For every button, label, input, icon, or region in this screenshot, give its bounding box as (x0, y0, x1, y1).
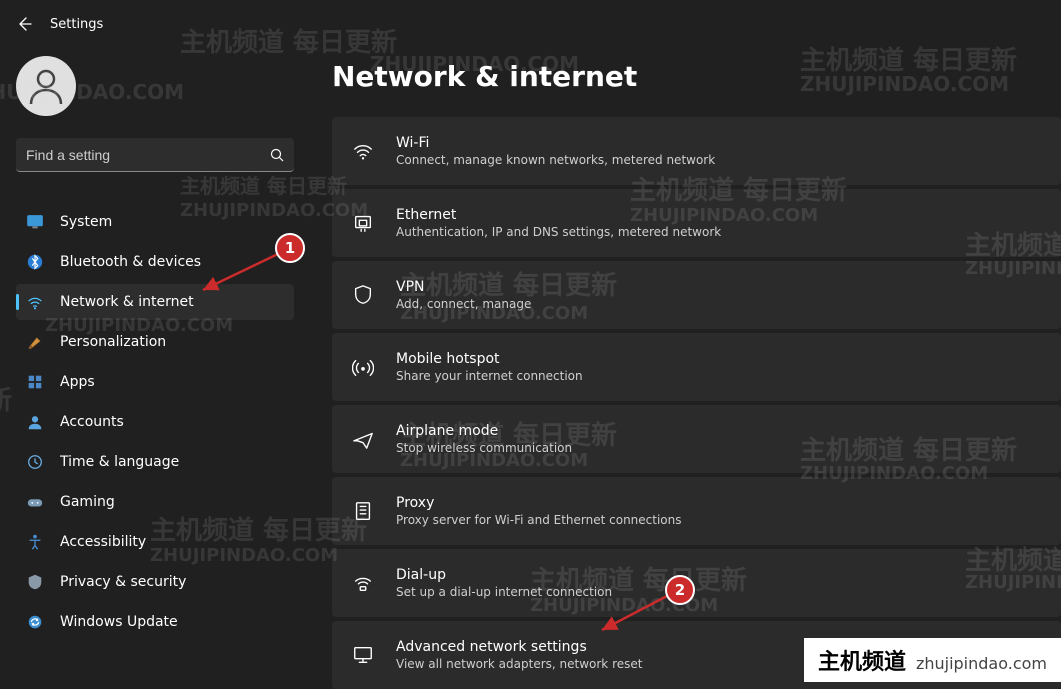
person-icon (26, 413, 44, 431)
setting-text: Advanced network settings View all networ… (396, 639, 642, 671)
sidebar-item-privacy-security[interactable]: Privacy & security (16, 564, 294, 600)
shield-icon (26, 573, 44, 591)
setting-text: Dial-up Set up a dial-up internet connect… (396, 567, 612, 599)
setting-dial-up[interactable]: Dial-up Set up a dial-up internet connect… (332, 549, 1061, 617)
sidebar-item-windows-update[interactable]: Windows Update (16, 604, 294, 640)
shield-icon (352, 284, 374, 306)
sidebar-item-label: System (60, 214, 112, 230)
annotation-arrow-2 (594, 590, 674, 638)
monitor-icon (26, 213, 44, 231)
sidebar-item-accounts[interactable]: Accounts (16, 404, 294, 440)
setting-subtitle: Authentication, IP and DNS settings, met… (396, 225, 721, 239)
search-wrap (16, 138, 294, 172)
avatar[interactable] (16, 56, 76, 116)
setting-subtitle: Proxy server for Wi-Fi and Ethernet conn… (396, 513, 682, 527)
settings-list: Wi-Fi Connect, manage known networks, met… (332, 117, 1061, 689)
setting-subtitle: View all network adapters, network reset (396, 657, 642, 671)
setting-title: VPN (396, 279, 531, 295)
setting-subtitle: Set up a dial-up internet connection (396, 585, 612, 599)
brush-icon (26, 333, 44, 351)
setting-proxy[interactable]: Proxy Proxy server for Wi-Fi and Ethernet… (332, 477, 1061, 545)
hotspot-icon (352, 356, 374, 378)
setting-vpn[interactable]: VPN Add, connect, manage (332, 261, 1061, 329)
sidebar-item-accessibility[interactable]: Accessibility (16, 524, 294, 560)
sidebar-item-label: Gaming (60, 494, 115, 510)
sidebar-item-label: Network & internet (60, 294, 194, 310)
setting-subtitle: Add, connect, manage (396, 297, 531, 311)
setting-title: Advanced network settings (396, 639, 642, 655)
setting-text: Proxy Proxy server for Wi-Fi and Ethernet… (396, 495, 682, 527)
setting-title: Proxy (396, 495, 682, 511)
sidebar-item-label: Accounts (60, 414, 124, 430)
setting-subtitle: Share your internet connection (396, 369, 583, 383)
watermark-corner-small: zhujipindao.com (916, 654, 1047, 673)
annotation-marker-2: 2 (665, 575, 695, 605)
setting-title: Airplane mode (396, 423, 572, 439)
setting-mobile-hotspot[interactable]: Mobile hotspot Share your internet connec… (332, 333, 1061, 401)
sidebar-item-label: Accessibility (60, 534, 146, 550)
wifi-icon (352, 140, 374, 162)
sidebar-item-label: Personalization (60, 334, 166, 350)
bluetooth-icon (26, 253, 44, 271)
setting-airplane-mode[interactable]: Airplane mode Stop wireless communication (332, 405, 1061, 473)
sidebar-item-label: Bluetooth & devices (60, 254, 201, 270)
setting-text: VPN Add, connect, manage (396, 279, 531, 311)
setting-title: Mobile hotspot (396, 351, 583, 367)
sidebar-item-label: Apps (60, 374, 95, 390)
page-title: Network & internet (332, 60, 1061, 93)
update-icon (26, 613, 44, 631)
titlebar: Settings (0, 0, 1061, 48)
dialup-icon (352, 572, 374, 594)
sidebar-item-label: Windows Update (60, 614, 178, 630)
setting-subtitle: Stop wireless communication (396, 441, 572, 455)
person-icon (24, 64, 68, 108)
ethernet-icon (352, 212, 374, 234)
sidebar-item-apps[interactable]: Apps (16, 364, 294, 400)
advanced-icon (352, 644, 374, 666)
sidebar-item-time-language[interactable]: Time & language (16, 444, 294, 480)
setting-text: Wi-Fi Connect, manage known networks, met… (396, 135, 715, 167)
annotation-marker-1: 1 (275, 233, 305, 263)
annotation-arrow-1 (195, 248, 285, 298)
wifi-icon (26, 293, 44, 311)
sidebar-item-label: Time & language (60, 454, 179, 470)
setting-title: Dial-up (396, 567, 612, 583)
sidebar-item-label: Privacy & security (60, 574, 186, 590)
setting-ethernet[interactable]: Ethernet Authentication, IP and DNS setti… (332, 189, 1061, 257)
setting-text: Airplane mode Stop wireless communication (396, 423, 572, 455)
sidebar-item-personalization[interactable]: Personalization (16, 324, 294, 360)
app-title: Settings (50, 17, 103, 32)
setting-title: Wi-Fi (396, 135, 715, 151)
watermark-corner-big: 主机频道 (818, 644, 906, 676)
proxy-icon (352, 500, 374, 522)
accessibility-icon (26, 533, 44, 551)
setting-subtitle: Connect, manage known networks, metered … (396, 153, 715, 167)
airplane-icon (352, 428, 374, 450)
back-button[interactable] (16, 16, 32, 32)
gamepad-icon (26, 493, 44, 511)
setting-text: Mobile hotspot Share your internet connec… (396, 351, 583, 383)
sidebar-item-system[interactable]: System (16, 204, 294, 240)
clock-icon (26, 453, 44, 471)
setting-text: Ethernet Authentication, IP and DNS setti… (396, 207, 721, 239)
watermark-corner: 主机频道 zhujipindao.com (804, 638, 1061, 682)
setting-wi-fi[interactable]: Wi-Fi Connect, manage known networks, met… (332, 117, 1061, 185)
setting-title: Ethernet (396, 207, 721, 223)
sidebar: System Bluetooth & devices Network & inter… (0, 48, 310, 682)
sidebar-item-gaming[interactable]: Gaming (16, 484, 294, 520)
search-input[interactable] (16, 138, 294, 172)
arrow-left-icon (16, 16, 32, 32)
apps-icon (26, 373, 44, 391)
